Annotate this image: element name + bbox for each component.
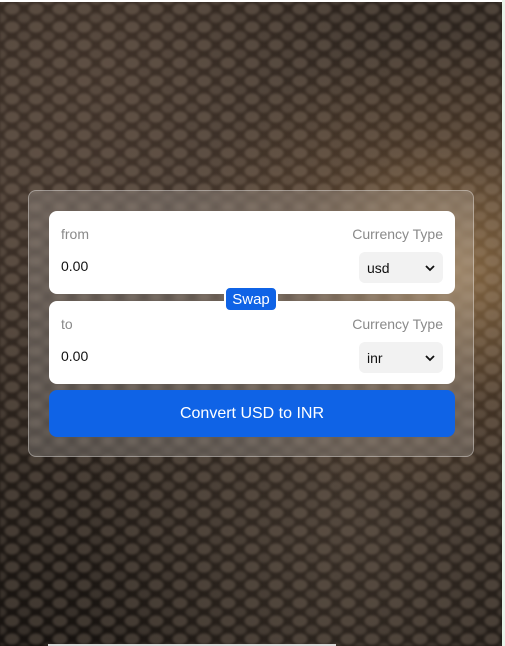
- swap-button[interactable]: Swap: [224, 286, 278, 312]
- chevron-down-icon: [425, 264, 435, 271]
- from-section: from Currency Type usd: [49, 211, 455, 294]
- converter-card: from Currency Type usd Swap to Currency …: [28, 190, 474, 457]
- top-edge: [0, 0, 505, 2]
- chevron-down-icon: [425, 354, 435, 361]
- from-label: from: [61, 226, 89, 242]
- from-currency-type-label: Currency Type: [352, 226, 443, 242]
- to-section: to Currency Type inr: [49, 301, 455, 384]
- to-currency-select[interactable]: inr: [359, 342, 443, 373]
- to-currency-value: inr: [367, 349, 383, 366]
- from-amount-input[interactable]: [61, 258, 221, 274]
- to-label: to: [61, 316, 73, 332]
- convert-button[interactable]: Convert USD to INR: [49, 390, 455, 437]
- to-amount-input[interactable]: [61, 348, 221, 364]
- from-currency-value: usd: [367, 259, 390, 276]
- to-currency-type-label: Currency Type: [352, 316, 443, 332]
- from-currency-select[interactable]: usd: [359, 252, 443, 283]
